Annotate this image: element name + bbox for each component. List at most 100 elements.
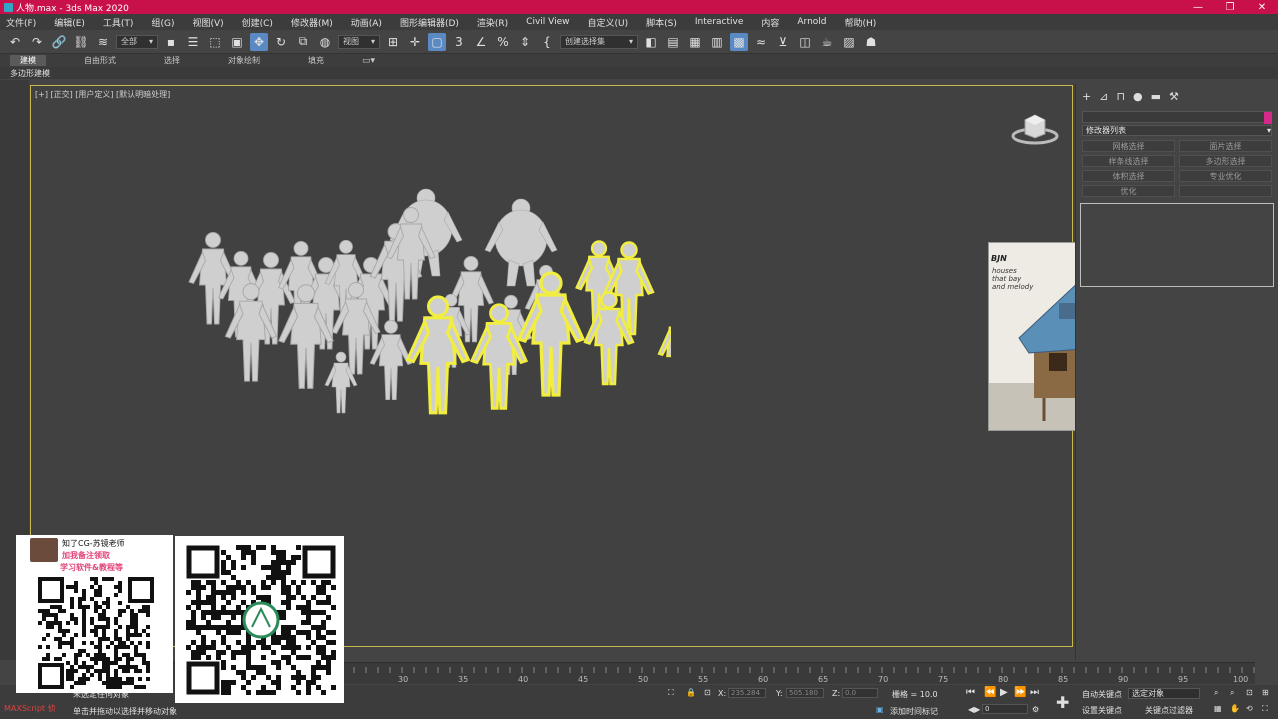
- tab-freeform[interactable]: 自由形式: [74, 55, 126, 66]
- angle-snap-icon[interactable]: ∠: [472, 33, 490, 51]
- menu-tools[interactable]: 工具(T): [103, 16, 134, 29]
- object-color-swatch[interactable]: [1264, 112, 1272, 124]
- key-filters-button[interactable]: 关键点过滤器: [1145, 705, 1193, 716]
- absolute-mode-icon[interactable]: ⊡: [704, 688, 711, 697]
- pan-icon[interactable]: ✋: [1230, 704, 1240, 713]
- viewport-label[interactable]: [+] [正交] [用户定义] [默认明暗处理]: [35, 89, 170, 100]
- patch-select-button[interactable]: 面片选择: [1179, 140, 1272, 152]
- spinner-snap-icon[interactable]: ⇕: [516, 33, 534, 51]
- poly-select-button[interactable]: 多边形选择: [1179, 155, 1272, 167]
- menu-views[interactable]: 视图(V): [192, 16, 223, 29]
- select-by-name-icon[interactable]: ☰: [184, 33, 202, 51]
- menu-customize[interactable]: 自定义(U): [588, 16, 629, 29]
- menu-help[interactable]: 帮助(H): [845, 16, 877, 29]
- time-config-icon[interactable]: ⚙: [1032, 705, 1039, 714]
- key-set-dropdown[interactable]: 选定对象: [1128, 688, 1200, 699]
- optimize-button[interactable]: 优化: [1082, 185, 1175, 197]
- tab-object-paint[interactable]: 对象绘制: [218, 55, 270, 66]
- link-icon[interactable]: 🔗: [50, 33, 68, 51]
- create-tab-icon[interactable]: +: [1082, 90, 1091, 103]
- maximize-button[interactable]: ❐: [1214, 0, 1246, 14]
- previous-frame-icon[interactable]: ⏪: [984, 687, 996, 698]
- rect-selection-icon[interactable]: ⬚: [206, 33, 224, 51]
- menu-graph-editors[interactable]: 图形编辑器(D): [400, 16, 459, 29]
- pivot-center-icon[interactable]: ⊞: [384, 33, 402, 51]
- render-production-icon[interactable]: ☗: [862, 33, 880, 51]
- go-to-end-icon[interactable]: ⏭: [1030, 687, 1039, 698]
- maxscript-listener[interactable]: MAXScript 侦: [4, 703, 56, 714]
- menu-arnold[interactable]: Arnold: [797, 17, 826, 27]
- polygon-modeling-label[interactable]: 多边形建模: [10, 68, 50, 79]
- select-rotate-icon[interactable]: ↻: [272, 33, 290, 51]
- bind-space-warp-icon[interactable]: ≋: [94, 33, 112, 51]
- add-time-tag-button[interactable]: 添加时间标记: [890, 706, 938, 717]
- tab-modeling[interactable]: 建模: [10, 55, 46, 66]
- utilities-tab-icon[interactable]: ⚒: [1169, 90, 1179, 103]
- layer-explorer-icon[interactable]: ▥: [708, 33, 726, 51]
- z-coord-field[interactable]: 0.0: [842, 688, 878, 698]
- rendered-frame-window-icon[interactable]: ▨: [840, 33, 858, 51]
- hierarchy-tab-icon[interactable]: ⊓: [1116, 90, 1125, 103]
- lock-selection-icon[interactable]: 🔒: [686, 688, 696, 697]
- percent-snap-icon[interactable]: %: [494, 33, 512, 51]
- set-key-icon[interactable]: ✚: [1056, 693, 1069, 712]
- time-tag-icon[interactable]: ▣: [876, 705, 884, 714]
- y-coord-field[interactable]: 505.180: [786, 688, 824, 698]
- edit-named-selection-icon[interactable]: {: [538, 33, 556, 51]
- selection-filter-dropdown[interactable]: 全部 ▾: [116, 34, 158, 49]
- minimize-button[interactable]: —: [1182, 0, 1214, 14]
- menu-animation[interactable]: 动画(A): [351, 16, 382, 29]
- vol-select-button[interactable]: 体积选择: [1082, 170, 1175, 182]
- place-icon[interactable]: ◍: [316, 33, 334, 51]
- current-frame-field[interactable]: 0: [982, 704, 1028, 714]
- menu-modifiers[interactable]: 修改器(M): [291, 16, 333, 29]
- pro-optimizer-button[interactable]: 专业优化: [1179, 170, 1272, 182]
- select-move-icon[interactable]: ✥: [250, 32, 268, 51]
- orbit-icon[interactable]: ⟲: [1246, 704, 1253, 713]
- curve-editor-icon[interactable]: ≈: [752, 33, 770, 51]
- undo-icon[interactable]: ↶: [6, 33, 24, 51]
- zoom-extents-icon[interactable]: ⊡: [1246, 688, 1253, 697]
- select-object-icon[interactable]: ▪: [162, 33, 180, 51]
- character-crowd[interactable]: [151, 181, 671, 526]
- unlink-icon[interactable]: ⛓: [72, 33, 90, 51]
- scene-explorer-icon[interactable]: ▦: [686, 33, 704, 51]
- mirror-icon[interactable]: ◧: [642, 33, 660, 51]
- next-frame-icon[interactable]: ⏩: [1014, 687, 1026, 698]
- manipulate-icon[interactable]: ✛: [406, 33, 424, 51]
- modify-tab-icon[interactable]: ⊿: [1099, 90, 1108, 103]
- auto-key-button[interactable]: 自动关键点: [1082, 689, 1122, 700]
- field-of-view-icon[interactable]: ▦: [1214, 704, 1222, 713]
- align-icon[interactable]: ▤: [664, 33, 682, 51]
- render-setup-icon[interactable]: ☕: [818, 33, 836, 51]
- zoom-icon[interactable]: ⌕: [1214, 688, 1218, 698]
- zoom-extents-all-icon[interactable]: ⊞: [1262, 688, 1269, 697]
- go-to-start-icon[interactable]: ⏮: [966, 687, 975, 698]
- keyboard-shortcut-override-icon[interactable]: ▢: [428, 32, 446, 51]
- reference-coord-dropdown[interactable]: 视图 ▾: [338, 34, 380, 49]
- play-icon[interactable]: ▶: [1000, 687, 1008, 698]
- material-editor-icon[interactable]: ◫: [796, 33, 814, 51]
- menu-interactive[interactable]: Interactive: [695, 17, 743, 27]
- maximize-viewport-icon[interactable]: ⛶: [1262, 704, 1268, 714]
- menu-edit[interactable]: 编辑(E): [54, 16, 85, 29]
- schematic-view-icon[interactable]: ⊻: [774, 33, 792, 51]
- window-crossing-icon[interactable]: ▣: [228, 33, 246, 51]
- spline-select-button[interactable]: 样条线选择: [1082, 155, 1175, 167]
- object-name-field[interactable]: [1082, 111, 1272, 124]
- x-coord-field[interactable]: 235.284: [728, 688, 766, 698]
- modifier-list-dropdown[interactable]: 修改器列表 ▾: [1082, 125, 1272, 136]
- close-button[interactable]: ✕: [1246, 0, 1278, 14]
- menu-content[interactable]: 内容: [761, 16, 779, 29]
- menu-civil-view[interactable]: Civil View: [526, 17, 569, 27]
- empty-modifier-button[interactable]: [1179, 185, 1272, 197]
- set-key-button[interactable]: 设置关键点: [1082, 705, 1122, 716]
- ribbon-toggle-icon[interactable]: ▩: [730, 32, 748, 51]
- viewcube-icon[interactable]: [1009, 106, 1063, 148]
- select-scale-icon[interactable]: ⧉: [294, 33, 312, 51]
- display-tab-icon[interactable]: ▬: [1151, 90, 1161, 103]
- motion-tab-icon[interactable]: ●: [1133, 90, 1143, 103]
- key-mode-icon[interactable]: ◀▶: [968, 705, 980, 714]
- redo-icon[interactable]: ↷: [28, 33, 46, 51]
- mesh-select-button[interactable]: 网格选择: [1082, 140, 1175, 152]
